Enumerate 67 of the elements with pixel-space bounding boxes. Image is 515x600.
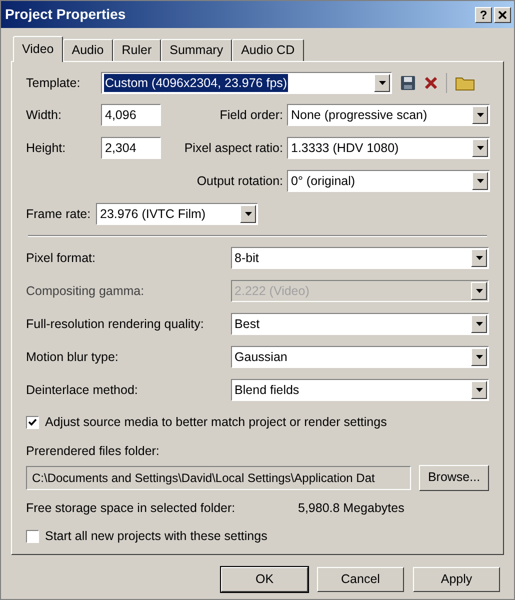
window-title: Project Properties	[5, 5, 126, 24]
caret-icon	[476, 355, 482, 359]
folder-path-field[interactable]: C:\Documents and Settings\David\Local Settings\Application Dat	[26, 466, 411, 490]
delete-icon[interactable]	[424, 76, 438, 90]
help-button[interactable]: ?	[475, 6, 492, 22]
caret-icon	[378, 81, 386, 85]
caret-icon	[476, 256, 482, 260]
field-label: Deinterlace method:	[26, 382, 139, 399]
checkbox[interactable]	[26, 530, 39, 544]
caret-icon	[476, 289, 482, 293]
field-label: Compositing gamma:	[26, 282, 146, 300]
save-icon[interactable]	[400, 75, 416, 91]
dialog-button[interactable]: Apply	[413, 567, 500, 592]
dialog-button[interactable]: Cancel	[317, 567, 404, 592]
field-label: Pixel aspect ratio:	[183, 140, 284, 157]
tab[interactable]: Audio	[62, 39, 113, 61]
dropdown[interactable]: 1.3333 (HDV 1080)	[287, 137, 490, 159]
field-label: Pixel format:	[26, 250, 96, 267]
tab[interactable]: Summary	[160, 39, 232, 61]
dropdown[interactable]: Custom (4096x2304, 23.976 fps)	[101, 72, 392, 94]
field-label: Field order:	[218, 106, 284, 124]
number-field[interactable]: 2,304	[101, 137, 161, 159]
checkbox[interactable]	[26, 416, 39, 429]
dropdown[interactable]: 23.976 (IVTC Film)	[96, 203, 258, 225]
field-label: Free storage space in selected folder:	[26, 500, 236, 517]
checkbox-label: Start all new projects with these settings	[45, 528, 268, 546]
dialog-button[interactable]: OK	[221, 567, 308, 592]
field-label: Prerendered files folder:	[26, 442, 160, 460]
dropdown-arrow-button[interactable]	[471, 381, 487, 399]
field-label: Full-resolution rendering quality:	[26, 316, 205, 333]
tab[interactable]: Audio CD	[232, 39, 304, 61]
field-label: Height:	[26, 140, 67, 157]
caret-icon	[476, 113, 484, 117]
field-label: Output rotation:	[196, 172, 284, 190]
dropdown[interactable]: Blend fields	[230, 379, 489, 401]
caret-icon	[476, 388, 482, 392]
dropdown-arrow-button[interactable]	[471, 249, 487, 267]
dropdown[interactable]: Gaussian	[230, 346, 489, 368]
dropdown[interactable]: 0° (original)	[287, 170, 490, 192]
field-label: Width:	[26, 106, 62, 124]
tab[interactable]: Ruler	[112, 39, 161, 61]
folder-icon[interactable]	[455, 75, 475, 91]
dropdown-arrow-button[interactable]	[240, 205, 256, 223]
field-label: Template:	[26, 74, 82, 92]
close-icon	[498, 10, 507, 18]
number-field[interactable]: 4,096	[101, 104, 161, 126]
dropdown[interactable]: 8-bit	[230, 247, 489, 269]
dropdown-arrow-button[interactable]	[471, 315, 487, 333]
dropdown-arrow-button[interactable]	[472, 106, 488, 124]
close-button[interactable]	[494, 6, 511, 22]
checkmark-icon	[28, 418, 37, 427]
caret-icon	[476, 179, 484, 183]
free-storage-value: 5,980.8 Megabytes	[298, 500, 404, 517]
dropdown-arrow-button[interactable]	[374, 74, 390, 92]
dropdown[interactable]: None (progressive scan)	[287, 104, 490, 126]
caret-icon	[244, 212, 252, 216]
caret-icon	[476, 146, 484, 150]
dropdown-arrow-button[interactable]	[472, 172, 488, 190]
caret-icon	[476, 322, 482, 326]
checkbox-label: Adjust source media to better match project or render settings	[45, 414, 387, 431]
dropdown-arrow-button[interactable]	[471, 348, 487, 366]
tab[interactable]: Video	[13, 36, 63, 62]
field-label: Frame rate:	[26, 206, 92, 223]
field-label: Motion blur type:	[26, 348, 120, 366]
dropdown-arrow-button[interactable]	[472, 139, 488, 157]
dropdown[interactable]: Best	[230, 313, 489, 335]
browse-button[interactable]: Browse...	[419, 464, 489, 490]
